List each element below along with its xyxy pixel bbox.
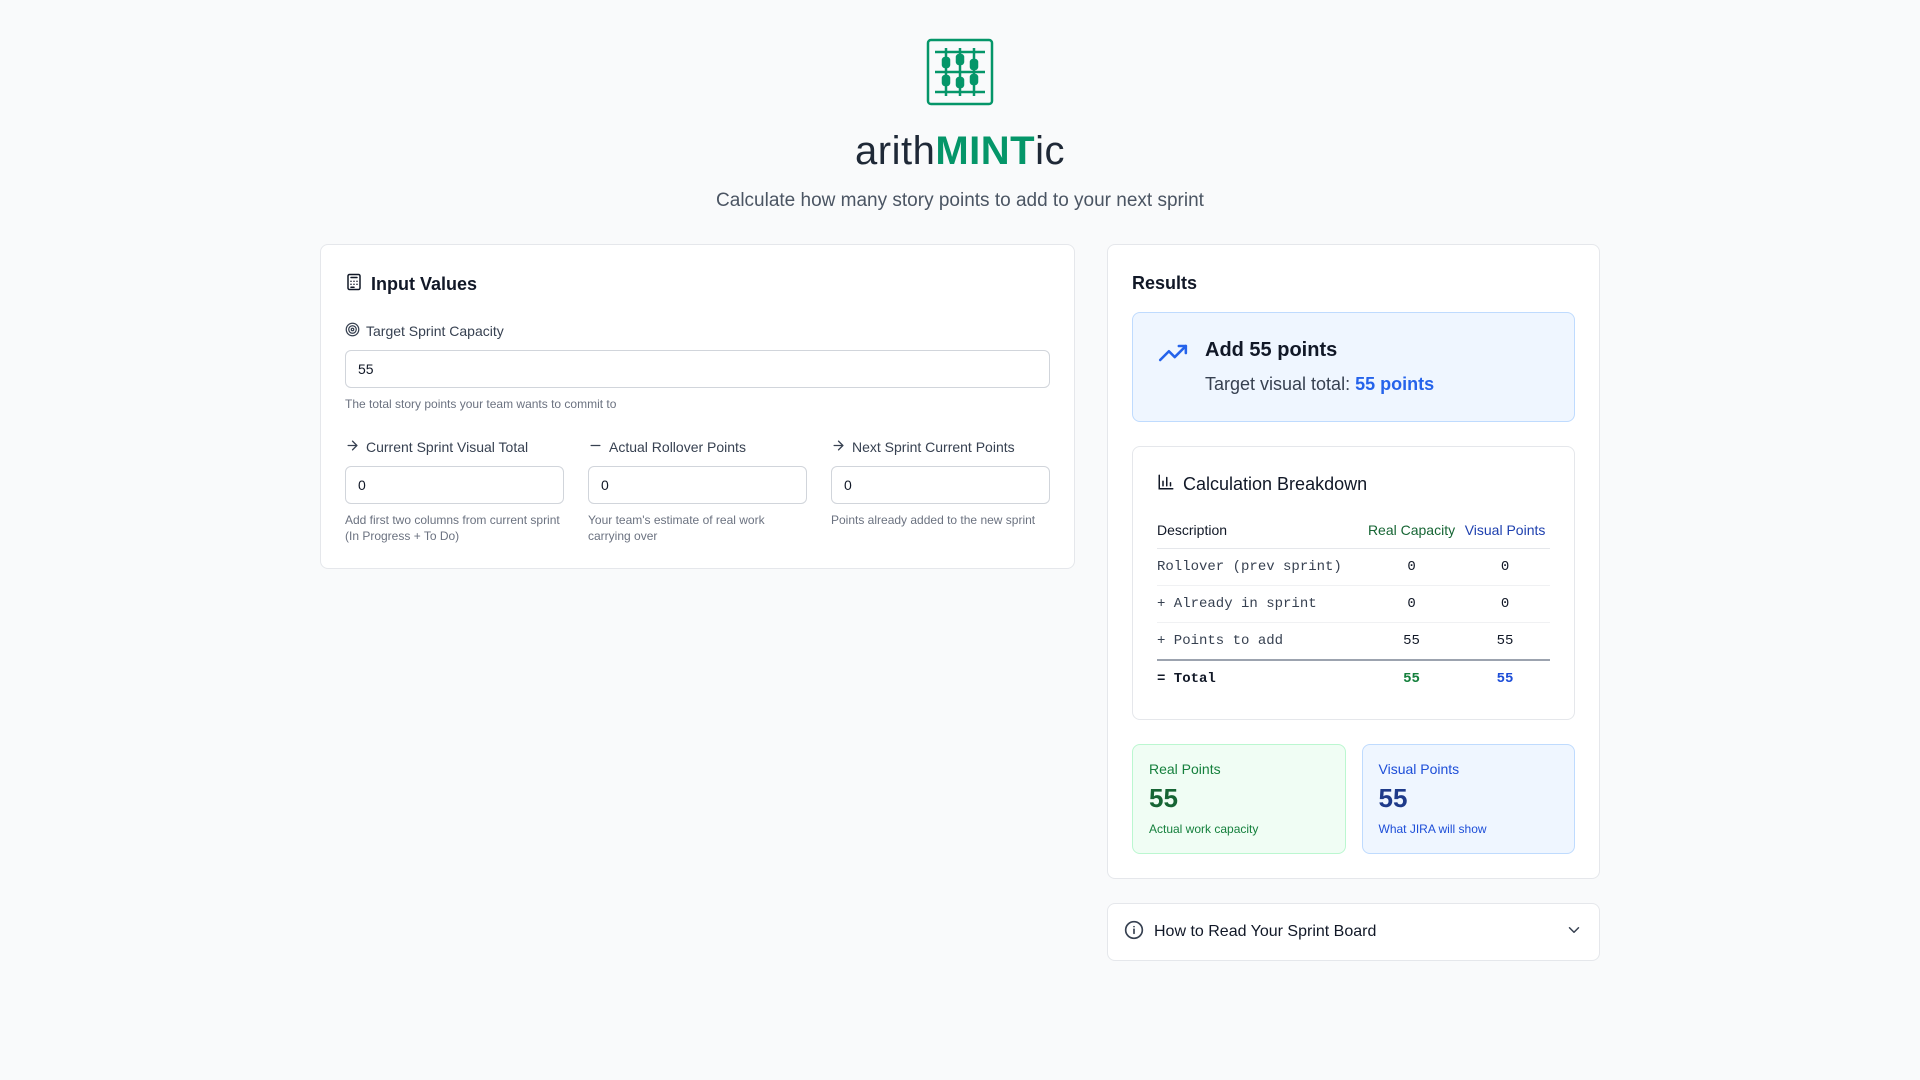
bar-chart-icon — [1157, 473, 1175, 496]
rollover-help: Your team's estimate of real work carryi… — [588, 513, 765, 543]
target-capacity-label: Target Sprint Capacity — [345, 322, 1050, 340]
app-title: arithMINTic — [855, 129, 1065, 173]
row-description: + Points to add — [1157, 622, 1363, 661]
visual-points-value: 55 — [1378, 783, 1408, 813]
table-row: + Points to add 55 55 — [1157, 622, 1550, 661]
current-visual-label: Current Sprint Visual Total — [345, 438, 564, 456]
target-capacity-input[interactable] — [345, 350, 1050, 388]
table-total-row: = Total 55 55 — [1157, 659, 1550, 697]
results-column: Results Add 55 points Target visual tota… — [1107, 244, 1600, 961]
header-description: Description — [1157, 516, 1363, 549]
app-header: arithMINTic Calculate how many story poi… — [0, 0, 1920, 212]
add-points-summary: Add 55 points Target visual total: 55 po… — [1132, 312, 1575, 422]
abacus-logo-icon — [926, 38, 994, 106]
chevron-down-icon[interactable] — [1565, 921, 1583, 944]
real-points-card: Real Points 55 Actual work capacity — [1132, 744, 1346, 854]
visual-points-note: What JIRA will show — [1378, 822, 1487, 836]
real-points-value: 55 — [1149, 783, 1178, 813]
points-stats: Real Points 55 Actual work capacity Visu… — [1132, 744, 1575, 854]
input-values-card: Input Values Target Sprint Capacity The … — [320, 244, 1075, 569]
trending-up-icon — [1157, 339, 1189, 395]
calculator-icon — [345, 273, 363, 296]
total-description: = Total — [1157, 659, 1363, 697]
table-row: + Already in sprint 0 0 — [1157, 585, 1550, 623]
add-points-text: Add 55 points Target visual total: 55 po… — [1205, 339, 1434, 395]
input-column: Input Values Target Sprint Capacity The … — [320, 244, 1075, 569]
next-current-label: Next Sprint Current Points — [831, 438, 1050, 456]
how-to-read-label: How to Read Your Sprint Board — [1154, 923, 1377, 940]
input-values-label: Input Values — [371, 274, 478, 294]
row-description: + Already in sprint — [1157, 585, 1363, 623]
breakdown-title-text: Calculation Breakdown — [1183, 474, 1368, 494]
arrow-right-icon — [345, 438, 360, 456]
minus-icon — [588, 438, 603, 456]
current-visual-input[interactable] — [345, 466, 564, 504]
table-row: Rollover (prev sprint) 0 0 — [1157, 548, 1550, 586]
current-visual-field: Current Sprint Visual Total Add first tw… — [345, 412, 564, 544]
row-visual: 0 — [1460, 585, 1550, 623]
row-real: 0 — [1362, 548, 1461, 586]
target-capacity-help: The total story points your team wants t… — [345, 397, 617, 411]
table-header-row: Description Real Capacity Visual Points — [1157, 516, 1550, 549]
target-visual-value: 55 points — [1355, 374, 1435, 394]
breakdown-table: Description Real Capacity Visual Points … — [1157, 516, 1550, 697]
next-current-help: Points already added to the new sprint — [831, 513, 1036, 527]
target-visual-label: Target visual total: — [1205, 374, 1351, 394]
target-capacity-label-text: Target Sprint Capacity — [366, 323, 504, 339]
visual-points-label: Visual Points — [1378, 761, 1460, 777]
total-visual: 55 — [1460, 659, 1550, 697]
row-visual: 0 — [1460, 548, 1550, 586]
sprint-inputs-row: Current Sprint Visual Total Add first tw… — [345, 412, 1050, 544]
header-visual-points: Visual Points — [1460, 516, 1550, 549]
total-real: 55 — [1362, 659, 1461, 697]
rollover-field: Actual Rollover Points Your team's estim… — [588, 412, 807, 544]
calculation-breakdown: Calculation Breakdown Description Real C… — [1132, 446, 1575, 720]
arrow-right-icon — [831, 438, 846, 456]
input-values-title: Input Values — [345, 273, 1050, 296]
real-points-label: Real Points — [1149, 761, 1221, 777]
rollover-label: Actual Rollover Points — [588, 438, 807, 456]
target-icon — [345, 322, 360, 340]
current-visual-help: Add first two columns from current sprin… — [345, 513, 560, 543]
next-current-label-text: Next Sprint Current Points — [852, 439, 1015, 455]
row-real: 0 — [1362, 585, 1461, 623]
real-points-note: Actual work capacity — [1149, 822, 1259, 836]
add-points-title: Add 55 points — [1205, 339, 1338, 361]
breakdown-title: Calculation Breakdown — [1157, 473, 1550, 496]
row-real: 55 — [1362, 622, 1461, 661]
results-title: Results — [1132, 273, 1198, 293]
results-card: Results Add 55 points Target visual tota… — [1107, 244, 1600, 879]
next-current-input[interactable] — [831, 466, 1050, 504]
rollover-input[interactable] — [588, 466, 807, 504]
row-visual: 55 — [1460, 622, 1550, 661]
how-to-read-accordion[interactable]: How to Read Your Sprint Board — [1107, 903, 1600, 961]
app-tagline: Calculate how many story points to add t… — [716, 190, 1204, 211]
rollover-label-text: Actual Rollover Points — [609, 439, 746, 455]
target-visual-total: Target visual total: 55 points — [1205, 374, 1434, 395]
current-visual-label-text: Current Sprint Visual Total — [366, 439, 529, 455]
header-real-capacity: Real Capacity — [1362, 516, 1461, 549]
main-grid: Input Values Target Sprint Capacity The … — [320, 244, 1600, 961]
info-icon — [1124, 920, 1144, 945]
row-description: Rollover (prev sprint) — [1157, 548, 1363, 586]
visual-points-card: Visual Points 55 What JIRA will show — [1361, 744, 1575, 854]
next-current-field: Next Sprint Current Points Points alread… — [831, 412, 1050, 544]
